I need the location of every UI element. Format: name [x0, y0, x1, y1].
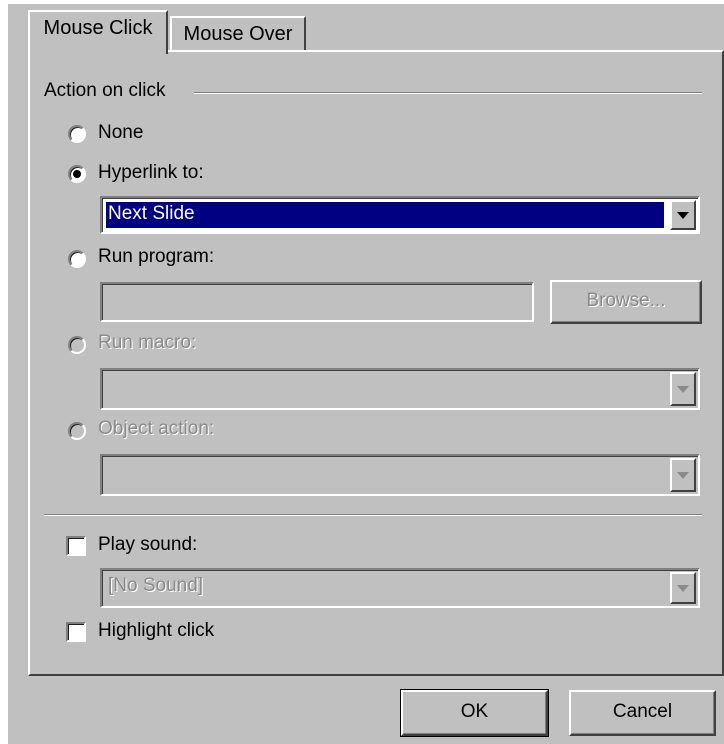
highlight-click-checkbox[interactable] [66, 622, 86, 642]
object-action-dropdown-button[interactable] [670, 458, 696, 492]
play-sound-checkbox[interactable] [66, 536, 86, 556]
cancel-button[interactable]: Cancel [569, 690, 716, 736]
run-program-input[interactable] [100, 282, 534, 322]
radio-selected-dot [73, 170, 81, 178]
chevron-down-icon [677, 386, 689, 393]
radio-none[interactable] [68, 125, 86, 143]
chevron-down-icon [677, 212, 689, 219]
radio-hyperlink-to[interactable] [68, 165, 86, 183]
radio-object-action-label[interactable]: Object action: [98, 418, 214, 440]
run-macro-dropdown[interactable] [100, 368, 700, 410]
hyperlink-to-value: Next Slide [106, 202, 664, 228]
chevron-down-icon [677, 472, 689, 479]
run-program-value [106, 288, 498, 316]
tab-panel-mouse-click: Action on click None Hyperlink to: Next … [28, 50, 724, 676]
play-sound-dropdown-button[interactable] [670, 572, 696, 604]
radio-run-macro[interactable] [68, 336, 86, 354]
object-action-value [106, 460, 664, 490]
ok-button[interactable]: OK [400, 689, 549, 737]
play-sound-value: [No Sound] [108, 575, 204, 596]
radio-run-program-label[interactable]: Run program: [98, 246, 214, 268]
group-title-action-on-click: Action on click [44, 80, 166, 101]
run-macro-dropdown-button[interactable] [670, 372, 696, 406]
radio-none-label[interactable]: None [98, 122, 143, 144]
action-settings-dialog: Action on click None Hyperlink to: Next … [8, 4, 724, 744]
group-divider-top [194, 92, 702, 94]
radio-object-action[interactable] [68, 422, 86, 440]
run-macro-value [106, 374, 664, 404]
highlight-click-label[interactable]: Highlight click [98, 620, 214, 642]
hyperlink-to-dropdown-button[interactable] [670, 200, 696, 230]
section-divider [44, 514, 702, 516]
tab-mouse-over[interactable]: Mouse Over [170, 16, 306, 50]
browse-button[interactable]: Browse... [550, 280, 702, 324]
play-sound-label[interactable]: Play sound: [98, 534, 197, 556]
hyperlink-to-dropdown[interactable]: Next Slide [100, 196, 700, 234]
tab-mouse-click[interactable]: Mouse Click [28, 10, 168, 54]
play-sound-dropdown[interactable]: [No Sound] [100, 568, 700, 608]
radio-run-program[interactable] [68, 250, 86, 268]
radio-hyperlink-to-label[interactable]: Hyperlink to: [98, 162, 204, 184]
object-action-dropdown[interactable] [100, 454, 700, 496]
radio-run-macro-label[interactable]: Run macro: [98, 332, 196, 354]
chevron-down-icon [677, 585, 689, 592]
